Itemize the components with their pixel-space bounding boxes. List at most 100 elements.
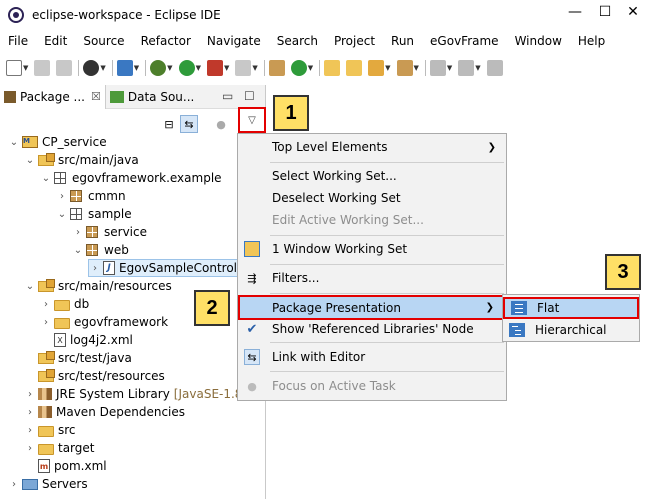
tree-node-maven-dependencies[interactable]: › Maven Dependencies	[24, 403, 185, 421]
prev-annotation-icon[interactable]	[458, 60, 475, 76]
expand-toggle-icon[interactable]: ›	[89, 263, 101, 274]
expand-toggle-icon[interactable]: ⌄	[40, 173, 52, 184]
menu-item-deselect-working-set[interactable]: Deselect Working Set	[238, 187, 506, 209]
user-dropdown-icon[interactable]: ▼	[100, 64, 105, 72]
open-type-icon[interactable]	[268, 60, 285, 76]
refresh-dropdown-icon[interactable]: ▼	[308, 64, 313, 72]
menu-item-package-presentation[interactable]: Package Presentation ❯	[238, 295, 506, 320]
menu-help[interactable]: Help	[570, 34, 613, 48]
expand-toggle-icon[interactable]: ›	[56, 191, 68, 202]
debug-dropdown-icon[interactable]: ▼	[167, 64, 172, 72]
focus-task-icon[interactable]: ●	[212, 115, 230, 133]
tree-node-db[interactable]: › db	[40, 295, 89, 313]
tab-package-explorer[interactable]: Package ... ☒	[0, 84, 106, 109]
expand-toggle-icon[interactable]: ›	[40, 299, 52, 310]
expand-toggle-icon[interactable]: ⌄	[72, 245, 84, 256]
terminal-dropdown-icon[interactable]: ▼	[134, 64, 139, 72]
expand-toggle-icon[interactable]: ⌄	[56, 209, 68, 220]
menu-item-show-referenced-libraries[interactable]: ✔ Show 'Referenced Libraries' Node	[238, 318, 506, 340]
menu-item-select-working-set[interactable]: Select Working Set...	[238, 165, 506, 187]
open-project-icon[interactable]	[346, 60, 363, 76]
menu-window[interactable]: Window	[507, 34, 570, 48]
new-dropdown-icon[interactable]: ▼	[23, 64, 28, 72]
tree-node-egovsamplecontroller[interactable]: › J EgovSampleControlle	[88, 259, 253, 277]
tree-node-src-test-resources[interactable]: src/test/resources	[24, 367, 165, 385]
expand-toggle-icon[interactable]: ›	[40, 317, 52, 328]
stop-icon[interactable]	[235, 60, 252, 76]
tree-node-src-main-resources[interactable]: ⌄ src/main/resources	[24, 277, 172, 295]
task-icon[interactable]	[396, 60, 413, 76]
tree-node-project[interactable]: ⌄ M CP_service	[8, 133, 107, 151]
expand-toggle-icon[interactable]: ›	[8, 479, 20, 490]
menu-refactor[interactable]: Refactor	[133, 34, 199, 48]
menu-egovframe[interactable]: eGovFrame	[422, 34, 507, 48]
new-icon[interactable]	[6, 60, 22, 76]
expand-toggle-icon[interactable]: ⌄	[24, 281, 36, 292]
expand-toggle-icon[interactable]: ›	[24, 425, 36, 436]
menu-item-edit-active-working-set[interactable]: Edit Active Working Set...	[238, 209, 506, 231]
run-icon[interactable]	[178, 60, 195, 76]
stop-dropdown-icon[interactable]: ▼	[252, 64, 257, 72]
expand-toggle-icon[interactable]: ›	[24, 407, 36, 418]
maximize-view-icon[interactable]: ☐	[244, 89, 255, 103]
maximize-icon[interactable]: ☐	[590, 4, 620, 20]
user-icon[interactable]	[83, 60, 100, 76]
link-with-editor-icon[interactable]: ⇆	[180, 115, 198, 133]
save-all-icon[interactable]	[56, 60, 73, 76]
tree-node-log4j2-xml[interactable]: X log4j2.xml	[40, 331, 133, 349]
menu-navigate[interactable]: Navigate	[199, 34, 269, 48]
menu-item-filters[interactable]: ⇶ Filters...	[238, 267, 506, 289]
next-annotation-dropdown-icon[interactable]: ▼	[447, 64, 452, 72]
view-menu-button[interactable]: ▽	[238, 107, 266, 133]
terminal-icon[interactable]	[116, 60, 133, 76]
tree-node-src-main-java[interactable]: ⌄ src/main/java	[24, 151, 139, 169]
run-dropdown-icon[interactable]: ▼	[196, 64, 201, 72]
menu-source[interactable]: Source	[75, 34, 132, 48]
tree-node-servers[interactable]: › Servers	[8, 475, 88, 493]
tree-node-src[interactable]: › src	[24, 421, 76, 439]
tree-node-cmmn[interactable]: › cmmn	[56, 187, 126, 205]
menu-search[interactable]: Search	[269, 34, 326, 48]
debug-icon[interactable]	[150, 60, 167, 76]
save-icon[interactable]	[34, 60, 51, 76]
run-tools-icon[interactable]	[206, 60, 223, 76]
tab-data-source[interactable]: Data Sou...	[106, 85, 198, 109]
collapse-all-icon[interactable]: ⊟	[160, 115, 178, 133]
tree-node-service[interactable]: › service	[72, 223, 147, 241]
task-dropdown-icon[interactable]: ▼	[414, 64, 419, 72]
refresh-icon[interactable]	[290, 60, 307, 76]
tree-node-sample[interactable]: ⌄ sample	[56, 205, 132, 223]
open-folder-icon[interactable]	[324, 60, 341, 76]
menu-item-window-working-set[interactable]: 1 Window Working Set	[238, 238, 506, 260]
pen-dropdown-icon[interactable]: ▼	[385, 64, 390, 72]
tree-node-jre-system-library[interactable]: › JRE System Library [JavaSE-1.8]	[24, 385, 247, 403]
tree-node-egovframework-example[interactable]: ⌄ egovframework.example	[40, 169, 222, 187]
minimize-icon[interactable]: —	[560, 4, 590, 20]
tab-close-icon[interactable]: ☒	[91, 90, 101, 103]
pen-icon[interactable]	[368, 60, 385, 76]
tree-node-web[interactable]: ⌄ web	[72, 241, 129, 259]
tree-node-pom-xml[interactable]: m pom.xml	[24, 457, 107, 475]
menu-item-top-level-elements[interactable]: Top Level Elements ❯	[238, 136, 506, 158]
back-icon[interactable]	[486, 60, 503, 76]
prev-annotation-dropdown-icon[interactable]: ▼	[475, 64, 480, 72]
menu-item-focus-on-active-task[interactable]: ● Focus on Active Task	[238, 375, 506, 397]
close-icon[interactable]: ✕	[618, 4, 648, 20]
next-annotation-icon[interactable]	[429, 60, 446, 76]
menu-run[interactable]: Run	[383, 34, 422, 48]
expand-toggle-icon[interactable]: ⌄	[8, 137, 20, 148]
menu-edit[interactable]: Edit	[36, 34, 75, 48]
menu-project[interactable]: Project	[326, 34, 383, 48]
tree-node-egovframework[interactable]: › egovframework	[40, 313, 168, 331]
minimize-view-icon[interactable]: ▭	[222, 89, 233, 103]
submenu-item-hierarchical[interactable]: Hierarchical	[503, 319, 639, 341]
submenu-item-flat[interactable]: Flat	[503, 297, 639, 319]
expand-toggle-icon[interactable]: ›	[24, 389, 36, 400]
tree-node-target[interactable]: › target	[24, 439, 95, 457]
expand-toggle-icon[interactable]: ›	[24, 443, 36, 454]
tree-node-src-test-java[interactable]: src/test/java	[24, 349, 132, 367]
run-tools-dropdown-icon[interactable]: ▼	[224, 64, 229, 72]
menu-file[interactable]: File	[0, 34, 36, 48]
expand-toggle-icon[interactable]: ›	[72, 227, 84, 238]
expand-toggle-icon[interactable]: ⌄	[24, 155, 36, 166]
